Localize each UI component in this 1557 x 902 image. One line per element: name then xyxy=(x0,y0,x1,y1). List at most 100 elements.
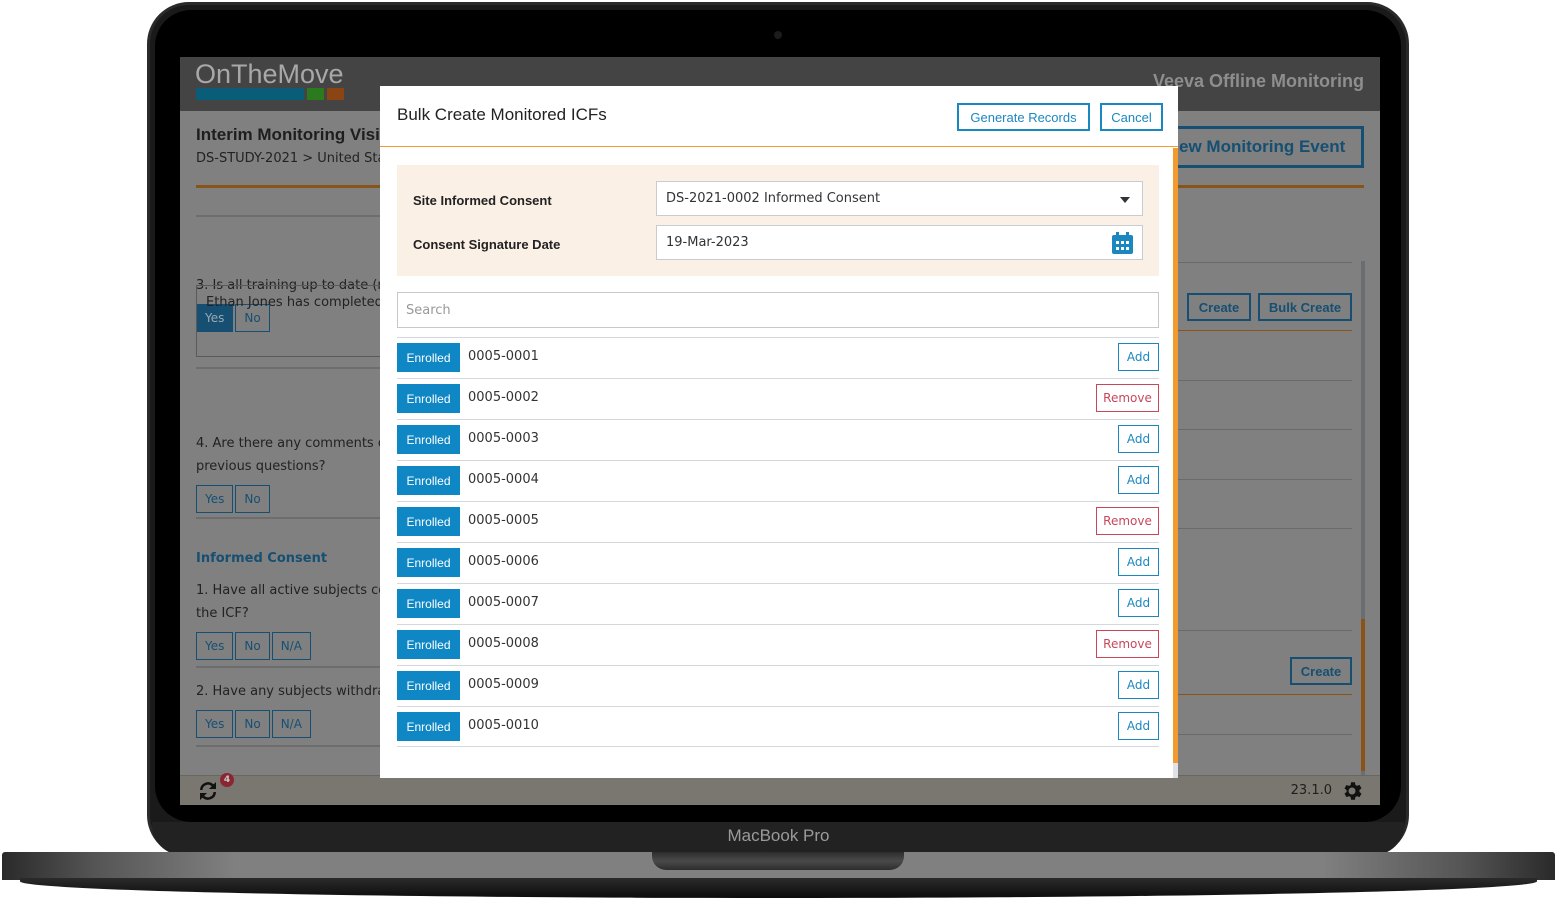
modal-body: Site Informed Consent DS-2021-0002 Infor… xyxy=(380,148,1178,778)
screen: OnTheMove Veeva Offline Monitoring Inter… xyxy=(180,57,1380,805)
subject-row: Enrolled 0005-0008 Remove xyxy=(397,624,1159,665)
divider xyxy=(196,745,381,747)
divider xyxy=(1178,380,1352,381)
subject-id: 0005-0001 xyxy=(468,349,539,364)
remove-button[interactable]: Remove xyxy=(1096,630,1159,658)
subject-id: 0005-0010 xyxy=(468,718,539,733)
divider xyxy=(1178,429,1352,430)
laptop-notch xyxy=(652,852,904,870)
add-button[interactable]: Add xyxy=(1118,548,1159,576)
add-button[interactable]: Add xyxy=(1118,589,1159,617)
divider xyxy=(1178,734,1352,735)
subject-row: Enrolled 0005-0009 Add xyxy=(397,665,1159,706)
subject-row: Enrolled 0005-0003 Add xyxy=(397,419,1159,460)
subject-id: 0005-0006 xyxy=(468,554,539,569)
remove-button[interactable]: Remove xyxy=(1096,507,1159,535)
question-3-comment[interactable]: Ethan Jones has completed xyxy=(196,285,396,357)
app-version: 23.1.0 xyxy=(1290,783,1332,798)
subject-id: 0005-0008 xyxy=(468,636,539,651)
option-yes[interactable]: Yes xyxy=(196,710,234,738)
option-na[interactable]: N/A xyxy=(271,632,311,660)
create-button-2[interactable]: Create xyxy=(1290,657,1352,685)
modal-scrollbar-end xyxy=(1173,763,1178,778)
calendar-icon[interactable] xyxy=(1112,232,1133,254)
subject-row: Enrolled 0005-0007 Add xyxy=(397,583,1159,624)
divider xyxy=(1178,630,1352,631)
device-label: MacBook Pro xyxy=(727,826,830,845)
sync-count-badge: 4 xyxy=(220,773,234,787)
modal-scrollbar[interactable] xyxy=(1173,148,1178,763)
subject-row: Enrolled 0005-0004 Add xyxy=(397,460,1159,501)
camera-icon xyxy=(774,31,782,39)
criteria-panel: Site Informed Consent DS-2021-0002 Infor… xyxy=(397,165,1159,276)
laptop-base-bottom xyxy=(20,878,1537,898)
site-consent-value: DS-2021-0002 Informed Consent xyxy=(666,191,881,206)
logo-bars xyxy=(196,88,344,100)
option-no[interactable]: No xyxy=(235,710,270,738)
option-no[interactable]: No xyxy=(235,485,270,513)
divider xyxy=(196,367,381,369)
question-4-options: Yes No xyxy=(196,485,270,513)
bulk-create-modal: Bulk Create Monitored ICFs Generate Reco… xyxy=(380,86,1178,778)
sync-icon[interactable] xyxy=(196,779,220,803)
option-yes[interactable]: Yes xyxy=(196,485,234,513)
status-badge: Enrolled xyxy=(397,425,460,454)
search-input[interactable]: Search xyxy=(397,292,1159,328)
generate-records-button[interactable]: Generate Records xyxy=(957,103,1090,131)
subject-row: Enrolled 0005-0010 Add xyxy=(397,706,1159,747)
subject-row: Enrolled 0005-0002 Remove xyxy=(397,378,1159,419)
remove-button[interactable]: Remove xyxy=(1096,384,1159,412)
new-monitoring-event-button[interactable]: New Monitoring Event xyxy=(1148,126,1364,168)
signature-date-input[interactable]: 19-Mar-2023 xyxy=(656,225,1143,260)
logo-bar-blue xyxy=(196,88,304,100)
search-placeholder: Search xyxy=(406,302,451,318)
logo-bar-green xyxy=(307,88,324,100)
subject-row: Enrolled 0005-0005 Remove xyxy=(397,501,1159,542)
add-button[interactable]: Add xyxy=(1118,712,1159,740)
status-badge: Enrolled xyxy=(397,630,460,659)
ic-question-2-options: Yes No N/A xyxy=(196,710,311,738)
gear-icon[interactable] xyxy=(1340,779,1364,803)
subject-id: 0005-0004 xyxy=(468,472,539,487)
question-4-text-line1: 4. Are there any comments or xyxy=(196,436,392,451)
add-button[interactable]: Add xyxy=(1118,343,1159,371)
question-4-text-line2: previous questions? xyxy=(196,459,326,474)
bulk-create-button[interactable]: Bulk Create xyxy=(1258,293,1352,321)
option-no[interactable]: No xyxy=(235,632,270,660)
cancel-button[interactable]: Cancel xyxy=(1100,103,1163,131)
status-bar: 4 23.1.0 xyxy=(180,773,1380,805)
status-badge: Enrolled xyxy=(397,712,460,741)
divider xyxy=(196,517,381,519)
app-title: Veeva Offline Monitoring xyxy=(1152,71,1364,91)
divider xyxy=(1178,330,1352,331)
divider xyxy=(196,666,381,668)
divider xyxy=(1178,528,1352,529)
create-button[interactable]: Create xyxy=(1187,293,1251,321)
modal-title: Bulk Create Monitored ICFs xyxy=(397,105,607,124)
subject-id: 0005-0003 xyxy=(468,431,539,446)
ic-question-1-options: Yes No N/A xyxy=(196,632,311,660)
subject-row: Enrolled 0005-0006 Add xyxy=(397,542,1159,583)
option-na[interactable]: N/A xyxy=(271,710,311,738)
add-button[interactable]: Add xyxy=(1118,425,1159,453)
ic-question-1-line1: 1. Have all active subjects con xyxy=(196,583,395,598)
scrollbar-thumb[interactable] xyxy=(1361,619,1365,771)
status-badge: Enrolled xyxy=(397,548,460,577)
ic-question-1-line2: the ICF? xyxy=(196,606,249,621)
add-button[interactable]: Add xyxy=(1118,671,1159,699)
breadcrumb[interactable]: DS-STUDY-2021 > United States xyxy=(196,151,405,166)
site-consent-select[interactable]: DS-2021-0002 Informed Consent xyxy=(656,181,1143,216)
divider xyxy=(1178,694,1352,695)
subject-list: Enrolled 0005-0001 Add Enrolled 0005-0002 Rem… xyxy=(397,337,1159,747)
subject-row: Enrolled 0005-0001 Add xyxy=(397,337,1159,378)
ic-question-2-line1: 2. Have any subjects withdraw xyxy=(196,684,396,699)
divider xyxy=(196,215,381,217)
page-title: Interim Monitoring Visit xyxy=(196,125,386,144)
add-button[interactable]: Add xyxy=(1118,466,1159,494)
status-badge: Enrolled xyxy=(397,589,460,618)
status-badge: Enrolled xyxy=(397,343,460,372)
option-yes[interactable]: Yes xyxy=(196,632,234,660)
status-badge: Enrolled xyxy=(397,466,460,495)
section-heading-informed-consent: Informed Consent xyxy=(196,551,328,566)
status-badge: Enrolled xyxy=(397,671,460,700)
